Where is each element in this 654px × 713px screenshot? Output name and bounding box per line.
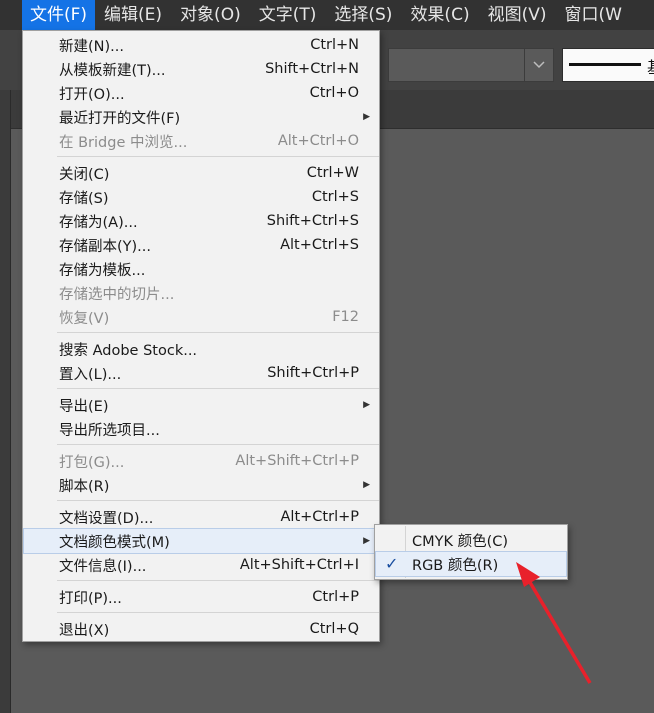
menu-item-save[interactable]: 存储(S) Ctrl+S [24,185,378,209]
menu-separator [57,444,379,445]
menu-item-package: 打包(G)... Alt+Shift+Ctrl+P [59,453,359,471]
tools-panel-edge [0,90,11,713]
menu-select[interactable]: 选择(S) [325,0,401,30]
menu-separator [57,332,379,333]
menu-file[interactable]: 文件(F) [22,0,96,30]
menu-effect[interactable]: 效果(C) [401,0,478,30]
menu-item-print[interactable]: 打印(P)... Ctrl+P [24,585,378,609]
menu-item-document-color-mode[interactable]: 文档颜色模式(M) ▶ [23,528,379,554]
menu-separator [57,388,379,389]
stroke-profile-box[interactable]: 基 [562,48,654,82]
menu-item-scripts[interactable]: 脚本(R) ▶ [24,473,378,497]
submenu-item-cmyk[interactable]: CMYK 颜色(C) [376,528,566,552]
menu-item-new-from-template[interactable]: 从模板新建(T)... Shift+Ctrl+N [24,57,378,81]
menu-object[interactable]: 对象(O) [171,0,250,30]
triangle-right-icon: ▶ [363,112,370,122]
menu-item-file-info[interactable]: 文件信息(I)... Alt+Shift+Ctrl+I [24,553,378,577]
color-mode-submenu: CMYK 颜色(C) ✓ RGB 颜色(R) [374,524,568,580]
stroke-label: 基 [647,54,654,78]
menu-item-save-copy[interactable]: 存储副本(Y)... Alt+Ctrl+S [24,233,378,257]
menu-item-open-recent[interactable]: 最近打开的文件(F) ▶ [24,105,378,129]
file-menu: 新建(N)... Ctrl+N 从模板新建(T)... Shift+Ctrl+N… [22,30,380,642]
menu-separator [57,612,379,613]
menu-bar: 文件(F) 编辑(E) 对象(O) 文字(T) 选择(S) 效果(C) 视图(V… [0,0,654,30]
style-dropdown[interactable] [388,48,554,82]
checkmark-icon: ✓ [385,554,399,573]
menu-view[interactable]: 视图(V) [479,0,556,30]
menu-item-save-as[interactable]: 存储为(A)... Shift+Ctrl+S [24,209,378,233]
menu-separator [57,500,379,501]
menu-item-exit[interactable]: 退出(X) Ctrl+Q [24,617,378,641]
submenu-item-rgb[interactable]: ✓ RGB 颜色(R) [375,551,567,577]
menu-type[interactable]: 文字(T) [250,0,326,30]
chevron-down-icon[interactable] [524,49,553,81]
menu-window[interactable]: 窗口(W [555,0,630,30]
menu-item-save-selected-slices: 存储选中的切片... [59,286,175,303]
triangle-right-icon: ▶ [363,536,370,546]
menu-item-search-adobe-stock[interactable]: 搜索 Adobe Stock... [24,337,378,361]
menu-item-close[interactable]: 关闭(C) Ctrl+W [24,161,378,185]
menu-item-export[interactable]: 导出(E) ▶ [24,393,378,417]
stroke-line-preview [569,63,641,66]
menu-item-place[interactable]: 置入(L)... Shift+Ctrl+P [24,361,378,385]
menu-edit[interactable]: 编辑(E) [95,0,171,30]
menu-separator [57,156,379,157]
menu-item-open[interactable]: 打开(O)... Ctrl+O [24,81,378,105]
menu-item-new[interactable]: 新建(N)... Ctrl+N [24,33,378,57]
triangle-right-icon: ▶ [363,400,370,410]
menu-item-save-as-template[interactable]: 存储为模板... [24,257,378,281]
menu-item-document-setup[interactable]: 文档设置(D)... Alt+Ctrl+P [24,505,378,529]
menu-separator [57,580,379,581]
menu-item-revert: 恢复(V) F12 [59,309,359,327]
menu-item-browse-bridge: 在 Bridge 中浏览... Alt+Ctrl+O [59,133,359,151]
triangle-right-icon: ▶ [363,480,370,490]
menu-item-export-selection[interactable]: 导出所选项目... [24,417,378,441]
